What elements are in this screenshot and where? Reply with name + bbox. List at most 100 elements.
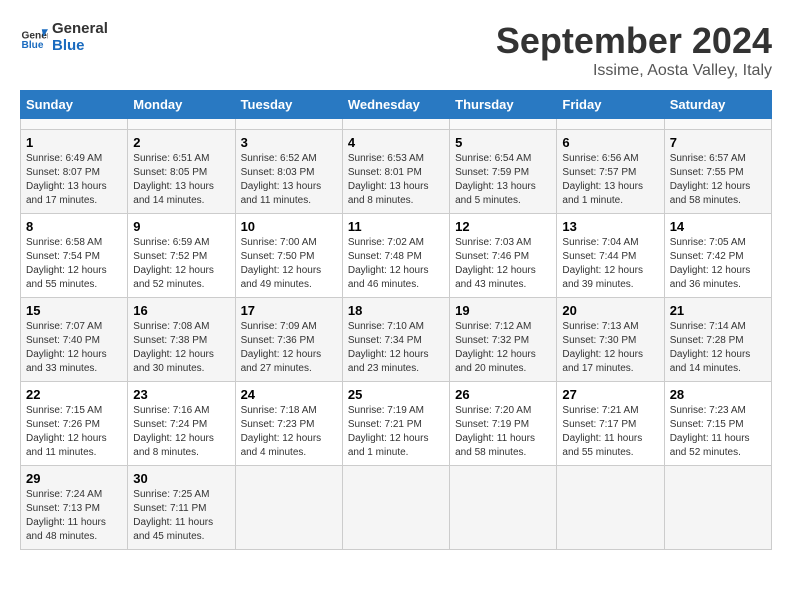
- day-info: Sunrise: 7:08 AMSunset: 7:38 PMDaylight:…: [133, 320, 229, 376]
- day-info: Sunrise: 7:21 AMSunset: 7:17 PMDaylight:…: [562, 404, 658, 460]
- day-number: 10: [241, 219, 337, 234]
- calendar-cell: [342, 466, 449, 550]
- svg-text:Blue: Blue: [22, 40, 44, 51]
- day-info: Sunrise: 7:00 AMSunset: 7:50 PMDaylight:…: [241, 236, 337, 292]
- calendar-cell: 22Sunrise: 7:15 AMSunset: 7:26 PMDayligh…: [21, 382, 128, 466]
- calendar-cell: 7 Sunrise: 6:57 AMSunset: 7:55 PMDaylight…: [664, 130, 771, 214]
- calendar-cell: [128, 119, 235, 130]
- calendar-cell: [664, 466, 771, 550]
- day-number: 18: [348, 303, 444, 318]
- day-number: 12: [455, 219, 551, 234]
- day-number: 16: [133, 303, 229, 318]
- day-info: Sunrise: 7:07 AMSunset: 7:40 PMDaylight:…: [26, 320, 122, 376]
- calendar-cell: 9 Sunrise: 6:59 AMSunset: 7:52 PMDaylight…: [128, 214, 235, 298]
- day-info: Sunrise: 7:04 AMSunset: 7:44 PMDaylight:…: [562, 236, 658, 292]
- calendar-cell: 20Sunrise: 7:13 AMSunset: 7:30 PMDayligh…: [557, 298, 664, 382]
- calendar-cell: 27Sunrise: 7:21 AMSunset: 7:17 PMDayligh…: [557, 382, 664, 466]
- calendar-cell: 29Sunrise: 7:24 AMSunset: 7:13 PMDayligh…: [21, 466, 128, 550]
- day-number: 24: [241, 387, 337, 402]
- day-info: Sunrise: 6:54 AMSunset: 7:59 PMDaylight:…: [455, 152, 551, 208]
- weekday-header-monday: Monday: [128, 91, 235, 119]
- day-info: Sunrise: 7:05 AMSunset: 7:42 PMDaylight:…: [670, 236, 766, 292]
- weekday-header-saturday: Saturday: [664, 91, 771, 119]
- calendar-week-0: [21, 119, 772, 130]
- day-number: 1: [26, 135, 122, 150]
- calendar-cell: 21 Sunrise: 7:14 AMSunset: 7:28 PMDayligh…: [664, 298, 771, 382]
- day-number: 6: [562, 135, 658, 150]
- calendar-cell: 8 Sunrise: 6:58 AMSunset: 7:54 PMDaylight…: [21, 214, 128, 298]
- day-number: 15: [26, 303, 122, 318]
- day-number: 21: [670, 303, 766, 318]
- header: General Blue General Blue September 2024…: [20, 20, 772, 80]
- calendar-week-3: 15 Sunrise: 7:07 AMSunset: 7:40 PMDayligh…: [21, 298, 772, 382]
- day-info: Sunrise: 7:16 AMSunset: 7:24 PMDaylight:…: [133, 404, 229, 460]
- day-number: 26: [455, 387, 551, 402]
- day-number: 8: [26, 219, 122, 234]
- day-info: Sunrise: 7:10 AMSunset: 7:34 PMDaylight:…: [348, 320, 444, 376]
- calendar-cell: 19 Sunrise: 7:12 AMSunset: 7:32 PMDayligh…: [450, 298, 557, 382]
- day-info: Sunrise: 6:58 AMSunset: 7:54 PMDaylight:…: [26, 236, 122, 292]
- day-info: Sunrise: 7:13 AMSunset: 7:30 PMDaylight:…: [562, 320, 658, 376]
- calendar-cell: [342, 119, 449, 130]
- logo-blue: Blue: [52, 37, 108, 54]
- day-info: Sunrise: 7:23 AMSunset: 7:15 PMDaylight:…: [670, 404, 766, 460]
- day-number: 13: [562, 219, 658, 234]
- calendar-cell: 5 Sunrise: 6:54 AMSunset: 7:59 PMDaylight…: [450, 130, 557, 214]
- weekday-header-wednesday: Wednesday: [342, 91, 449, 119]
- day-number: 19: [455, 303, 551, 318]
- day-info: Sunrise: 7:20 AMSunset: 7:19 PMDaylight:…: [455, 404, 551, 460]
- day-info: Sunrise: 7:12 AMSunset: 7:32 PMDaylight:…: [455, 320, 551, 376]
- month-title: September 2024: [496, 20, 772, 62]
- calendar-cell: [450, 466, 557, 550]
- day-info: Sunrise: 7:09 AMSunset: 7:36 PMDaylight:…: [241, 320, 337, 376]
- calendar-cell: 16 Sunrise: 7:08 AMSunset: 7:38 PMDayligh…: [128, 298, 235, 382]
- day-number: 25: [348, 387, 444, 402]
- calendar-cell: [21, 119, 128, 130]
- logo-general: General: [52, 20, 108, 37]
- day-info: Sunrise: 7:25 AMSunset: 7:11 PMDaylight:…: [133, 488, 229, 544]
- calendar-cell: 26 Sunrise: 7:20 AMSunset: 7:19 PMDayligh…: [450, 382, 557, 466]
- day-info: Sunrise: 6:57 AMSunset: 7:55 PMDaylight:…: [670, 152, 766, 208]
- day-number: 23: [133, 387, 229, 402]
- calendar-week-2: 8 Sunrise: 6:58 AMSunset: 7:54 PMDaylight…: [21, 214, 772, 298]
- calendar-week-4: 22Sunrise: 7:15 AMSunset: 7:26 PMDayligh…: [21, 382, 772, 466]
- day-number: 4: [348, 135, 444, 150]
- weekday-header-row: SundayMondayTuesdayWednesdayThursdayFrid…: [21, 91, 772, 119]
- calendar-table: SundayMondayTuesdayWednesdayThursdayFrid…: [20, 90, 772, 550]
- calendar-cell: 28Sunrise: 7:23 AMSunset: 7:15 PMDayligh…: [664, 382, 771, 466]
- day-number: 3: [241, 135, 337, 150]
- day-number: 11: [348, 219, 444, 234]
- calendar-cell: 11Sunrise: 7:02 AMSunset: 7:48 PMDayligh…: [342, 214, 449, 298]
- calendar-cell: 10 Sunrise: 7:00 AMSunset: 7:50 PMDayligh…: [235, 214, 342, 298]
- calendar-cell: 17 Sunrise: 7:09 AMSunset: 7:36 PMDayligh…: [235, 298, 342, 382]
- calendar-cell: 15 Sunrise: 7:07 AMSunset: 7:40 PMDayligh…: [21, 298, 128, 382]
- calendar-cell: 12 Sunrise: 7:03 AMSunset: 7:46 PMDayligh…: [450, 214, 557, 298]
- weekday-header-tuesday: Tuesday: [235, 91, 342, 119]
- title-area: September 2024 Issime, Aosta Valley, Ita…: [496, 20, 772, 80]
- calendar-cell: 4 Sunrise: 6:53 AMSunset: 8:01 PMDaylight…: [342, 130, 449, 214]
- calendar-cell: 13 Sunrise: 7:04 AMSunset: 7:44 PMDayligh…: [557, 214, 664, 298]
- day-number: 30: [133, 471, 229, 486]
- day-number: 17: [241, 303, 337, 318]
- day-info: Sunrise: 7:24 AMSunset: 7:13 PMDaylight:…: [26, 488, 122, 544]
- day-info: Sunrise: 6:53 AMSunset: 8:01 PMDaylight:…: [348, 152, 444, 208]
- calendar-week-5: 29Sunrise: 7:24 AMSunset: 7:13 PMDayligh…: [21, 466, 772, 550]
- weekday-header-thursday: Thursday: [450, 91, 557, 119]
- day-number: 5: [455, 135, 551, 150]
- day-number: 7: [670, 135, 766, 150]
- logo: General Blue General Blue: [20, 20, 108, 54]
- calendar-cell: [557, 119, 664, 130]
- day-info: Sunrise: 7:15 AMSunset: 7:26 PMDaylight:…: [26, 404, 122, 460]
- calendar-cell: [664, 119, 771, 130]
- day-info: Sunrise: 7:19 AMSunset: 7:21 PMDaylight:…: [348, 404, 444, 460]
- weekday-header-friday: Friday: [557, 91, 664, 119]
- day-info: Sunrise: 7:14 AMSunset: 7:28 PMDaylight:…: [670, 320, 766, 376]
- calendar-cell: 25 Sunrise: 7:19 AMSunset: 7:21 PMDayligh…: [342, 382, 449, 466]
- day-info: Sunrise: 7:03 AMSunset: 7:46 PMDaylight:…: [455, 236, 551, 292]
- day-info: Sunrise: 6:59 AMSunset: 7:52 PMDaylight:…: [133, 236, 229, 292]
- day-number: 9: [133, 219, 229, 234]
- day-info: Sunrise: 6:51 AMSunset: 8:05 PMDaylight:…: [133, 152, 229, 208]
- day-number: 14: [670, 219, 766, 234]
- calendar-cell: 6Sunrise: 6:56 AMSunset: 7:57 PMDaylight…: [557, 130, 664, 214]
- day-info: Sunrise: 6:49 AMSunset: 8:07 PMDaylight:…: [26, 152, 122, 208]
